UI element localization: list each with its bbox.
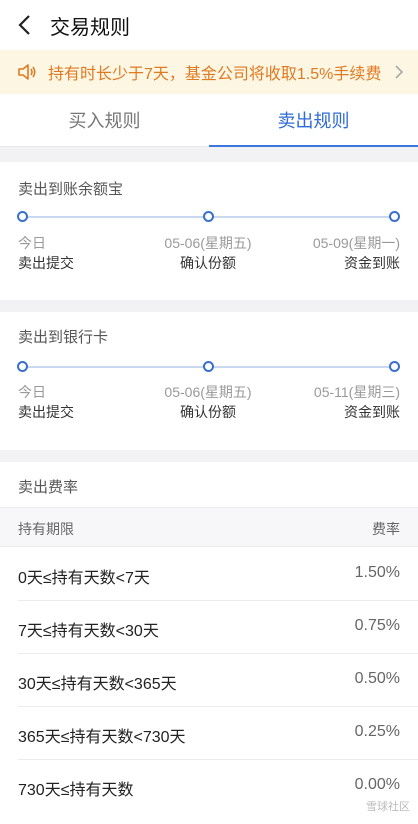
card-title: 卖出到银行卡: [18, 329, 109, 346]
step-date: 今日: [18, 384, 46, 400]
fee-rate: 0.25%: [354, 723, 400, 740]
fee-period: 30天≤持有天数<365天: [18, 676, 177, 693]
fee-period: 7天≤持有天数<30天: [18, 623, 159, 640]
fee-row: 0天≤持有天数<7天 1.50%: [0, 548, 418, 601]
app-header: 交易规则: [0, 0, 418, 50]
fee-rate: 0.50%: [354, 670, 400, 687]
fee-section: 卖出费率 持有期限 费率 0天≤持有天数<7天 1.50% 7天≤持有天数<30…: [0, 462, 418, 824]
fee-row: 30天≤持有天数<365天 0.50%: [0, 654, 418, 707]
step-label: 卖出提交: [18, 404, 74, 420]
back-button[interactable]: [0, 0, 48, 50]
timeline-dot: [203, 211, 214, 222]
speaker-icon: [18, 64, 36, 80]
fee-period: 365天≤持有天数<730天: [18, 729, 186, 746]
fee-title: 卖出费率: [18, 479, 79, 496]
fee-rate: 1.50%: [354, 564, 400, 581]
chevron-left-icon: [18, 15, 30, 35]
step-label: 确认份额: [180, 255, 236, 271]
step-date: 05-06(星期五): [164, 235, 252, 251]
fee-rate: 0.75%: [354, 617, 400, 634]
fee-row: 365天≤持有天数<730天 0.25%: [0, 707, 418, 760]
timeline-dot: [17, 211, 28, 222]
step-label: 卖出提交: [18, 255, 74, 271]
tab-sell-rules[interactable]: 卖出规则: [209, 94, 418, 147]
fee-period: 730天≤持有天数: [18, 782, 134, 799]
timeline-dot: [389, 361, 400, 372]
step-date: 05-09(星期一): [312, 235, 400, 251]
step-date: 05-11(星期三): [313, 384, 400, 400]
step-date: 今日: [18, 235, 46, 251]
step-date: 05-06(星期五): [164, 384, 252, 400]
notice-bar[interactable]: 持有时长少于7天，基金公司将收取1.5%手续费: [0, 50, 418, 94]
watermark: 雪球社区: [366, 801, 410, 813]
card-title: 卖出到账余额宝: [18, 181, 124, 198]
fee-row: 730天≤持有天数 0.00%: [0, 760, 418, 813]
header-period: 持有期限: [18, 521, 74, 537]
page-title: 交易规则: [50, 16, 130, 39]
step-label: 资金到账: [344, 255, 400, 271]
tab-bar: 买入规则 卖出规则: [0, 94, 418, 147]
fee-rate: 0.00%: [354, 776, 400, 793]
notice-text: 持有时长少于7天，基金公司将收取1.5%手续费: [48, 66, 382, 83]
header-rate: 费率: [372, 521, 400, 537]
timeline-card-bank: 卖出到银行卡 今日 05-06(星期五) 05-11(星期三) 卖出提交 确认份…: [0, 312, 418, 450]
fee-table-header: 持有期限 费率: [0, 507, 418, 547]
timeline-dot: [389, 211, 400, 222]
fee-row: 7天≤持有天数<30天 0.75%: [0, 601, 418, 654]
step-label: 资金到账: [344, 404, 400, 420]
fee-period: 0天≤持有天数<7天: [18, 570, 150, 587]
timeline-dot: [203, 361, 214, 372]
chevron-right-icon: [395, 65, 404, 79]
timeline-card-yuebao: 卖出到账余额宝 今日 05-06(星期五) 05-09(星期一) 卖出提交 确认…: [0, 162, 418, 300]
timeline-dot: [17, 361, 28, 372]
tab-buy-rules[interactable]: 买入规则: [0, 94, 209, 146]
step-label: 确认份额: [180, 404, 236, 420]
